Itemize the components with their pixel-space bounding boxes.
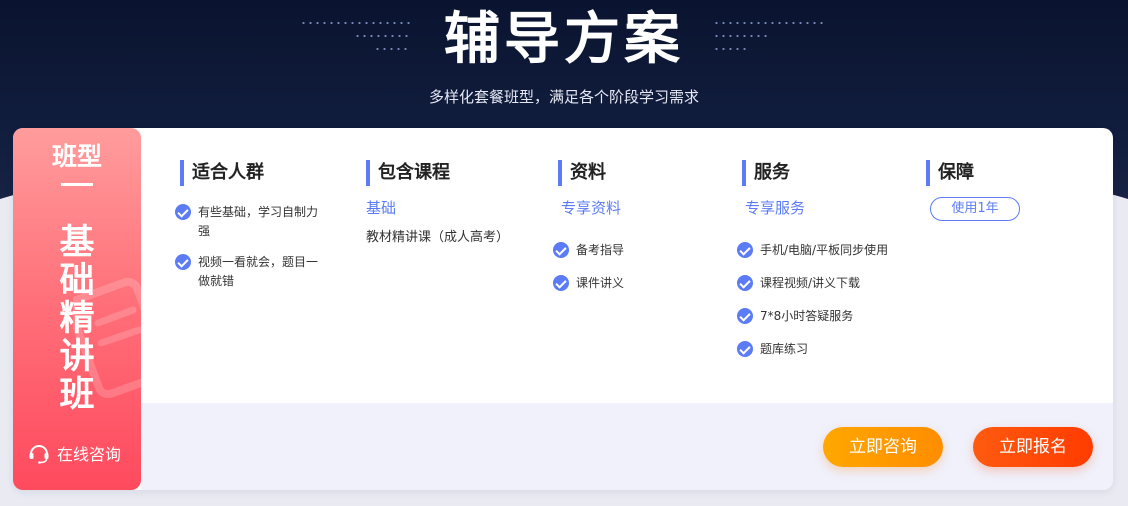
- plan-side-panel: 班型 基础精讲班 在线咨询: [13, 128, 141, 490]
- check-circle-icon: [553, 275, 569, 291]
- audience-heading: 适合人群: [180, 160, 264, 186]
- services-item: 手机/电脑/平板同步使用: [737, 241, 888, 260]
- check-circle-icon: [737, 275, 753, 291]
- services-item: 课程视频/讲义下载: [737, 274, 860, 293]
- page-subtitle: 多样化套餐班型，满足各个阶段学习需求: [428, 88, 699, 106]
- enroll-now-button[interactable]: 立即报名: [973, 427, 1093, 467]
- materials-item: 课件讲义: [553, 274, 624, 293]
- check-circle-icon: [175, 204, 191, 220]
- plan-name: 基础精讲班: [59, 223, 95, 415]
- online-consult-label: 在线咨询: [57, 445, 122, 464]
- audience-item: 视频一看就会，题目一做就错: [175, 253, 325, 291]
- services-heading: 服务: [742, 160, 790, 186]
- guarantee-heading: 保障: [926, 160, 974, 186]
- headset-icon: [29, 445, 49, 464]
- plan-category-label: 班型: [51, 142, 102, 171]
- page-title: 辅导方案: [444, 7, 684, 72]
- consult-now-button[interactable]: 立即咨询: [823, 427, 943, 467]
- check-circle-icon: [737, 308, 753, 324]
- course-item: 教材精讲课（成人高考）: [366, 230, 510, 245]
- materials-heading: 资料: [558, 160, 606, 186]
- action-bar: [141, 403, 1113, 490]
- audience-item: 有些基础，学习自制力强: [175, 203, 325, 241]
- check-circle-icon: [737, 341, 753, 357]
- courses-heading: 包含课程: [366, 160, 450, 186]
- materials-column: 资料: [558, 160, 606, 186]
- services-item: 题库练习: [737, 340, 808, 359]
- check-circle-icon: [553, 242, 569, 258]
- services-column: 服务: [742, 160, 790, 186]
- check-circle-icon: [737, 242, 753, 258]
- courses-level: 基础: [366, 199, 397, 217]
- check-circle-icon: [175, 254, 191, 270]
- online-consult-link[interactable]: 在线咨询: [27, 441, 121, 465]
- materials-subtitle: 专享资料: [561, 199, 622, 217]
- services-item: 7*8小时答疑服务: [737, 307, 853, 326]
- services-subtitle: 专享服务: [745, 199, 806, 217]
- materials-item: 备考指导: [553, 241, 624, 260]
- audience-column: 适合人群: [180, 160, 264, 186]
- plan-category-dash: [61, 183, 93, 186]
- guarantee-badge: 使用1年: [930, 197, 1020, 221]
- guarantee-column: 保障: [926, 160, 974, 186]
- courses-column: 包含课程: [366, 160, 450, 186]
